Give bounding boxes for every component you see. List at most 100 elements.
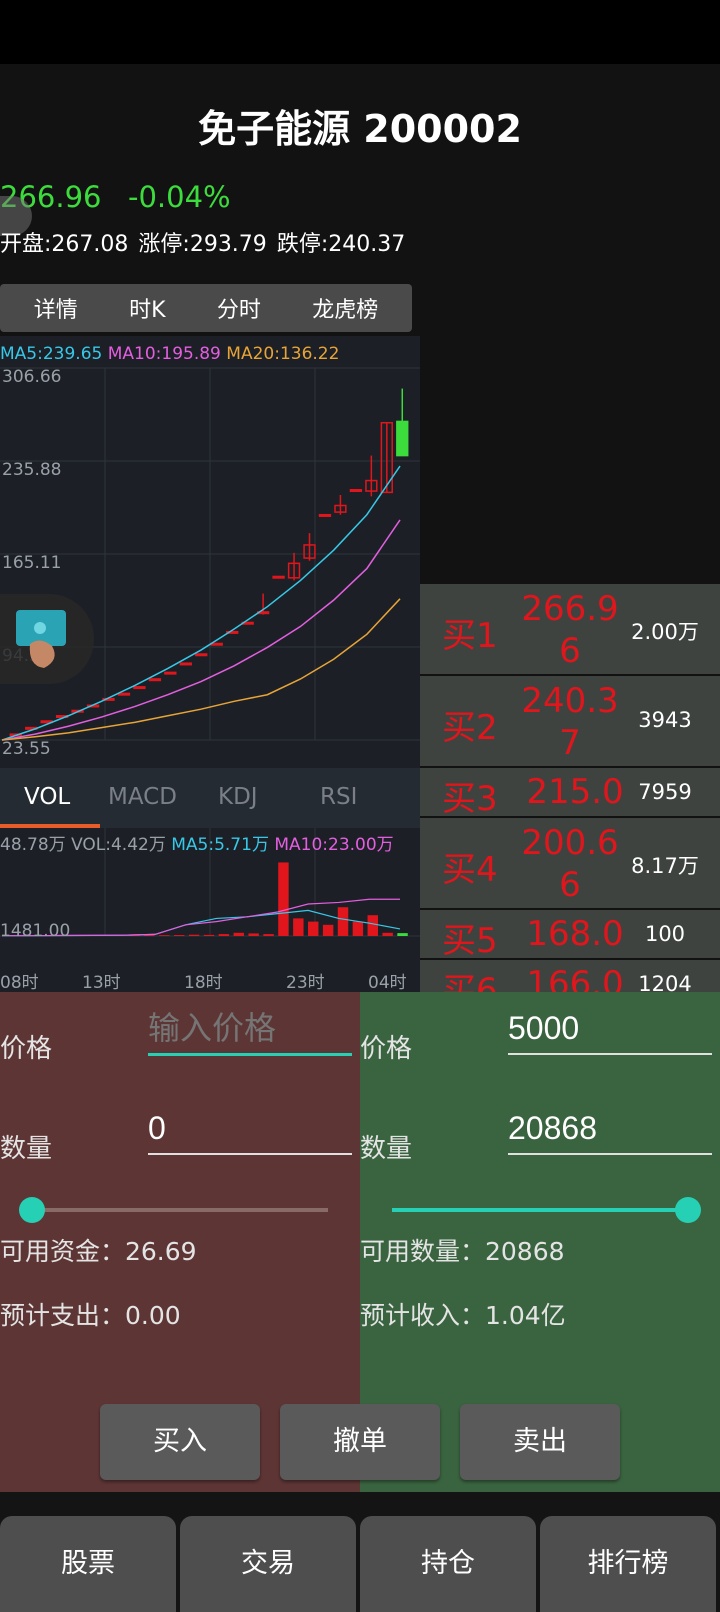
nav-ranking[interactable]: 排行榜 xyxy=(540,1516,716,1612)
orderbook-price: 240.37 xyxy=(521,681,619,763)
buy-slider-track[interactable] xyxy=(32,1208,328,1212)
ind-tab-kdj[interactable]: KDJ xyxy=(218,784,258,810)
orderbook-price: 168.0 xyxy=(526,914,624,954)
orderbook-row[interactable]: 买6 166.0 1204 xyxy=(420,960,720,992)
orderbook-row[interactable]: 买1 266.96 2.00万 xyxy=(420,584,720,676)
volume-bar xyxy=(337,907,349,936)
sell-price-input[interactable] xyxy=(508,1010,712,1055)
candle-body xyxy=(272,575,285,579)
kline-svg: 306.66235.88165.1194.3323.55 xyxy=(0,367,420,759)
candle-body xyxy=(396,420,409,457)
limit-up: 涨停:293.79 xyxy=(138,232,267,257)
orderbook-price: 215.0 xyxy=(526,772,624,812)
sell-slider-track[interactable] xyxy=(392,1208,688,1212)
buy-button[interactable]: 买入 xyxy=(100,1404,260,1480)
orderbook-volume: 1204 xyxy=(638,972,692,992)
candle-body xyxy=(148,678,162,682)
open-price: 开盘:267.08 xyxy=(0,232,129,257)
orderbook-volume: 100 xyxy=(644,922,686,946)
candle-body xyxy=(318,513,332,517)
orderbook-label: 买6 xyxy=(442,971,498,992)
sell-slider-thumb[interactable] xyxy=(675,1197,701,1223)
orderbook-price: 200.66 xyxy=(521,823,619,905)
nav-stocks[interactable]: 股票 xyxy=(0,1516,176,1612)
chart-tabs: 详情 时K 分时 龙虎榜 xyxy=(0,284,412,332)
volume-bar xyxy=(233,932,244,936)
volume-bar xyxy=(293,918,304,936)
ma10-legend: MA10:195.89 xyxy=(107,344,221,364)
kline-chart: 306.66235.88165.1194.3323.55 xyxy=(0,336,420,768)
volume-bar xyxy=(308,921,319,936)
candle-body xyxy=(117,692,131,696)
orderbook-row[interactable]: 买4 200.66 8.17万 xyxy=(420,818,720,910)
ma20-legend: MA20:136.22 xyxy=(226,344,340,364)
tab-intraday[interactable]: 分时 xyxy=(217,292,261,324)
orderbook-label: 买3 xyxy=(442,779,498,819)
orderbook-label: 买5 xyxy=(442,921,498,961)
orderbook-volume: 8.17万 xyxy=(631,854,699,878)
y-tick-label: 306.66 xyxy=(2,367,61,387)
indicator-tabs: VOL MACD KDJ RSI xyxy=(0,768,420,828)
x-tick-label: 04时 xyxy=(368,973,407,992)
orderbook-price: 266.96 xyxy=(521,589,619,671)
candle-body xyxy=(195,653,208,657)
ind-tab-macd[interactable]: MACD xyxy=(108,784,177,810)
volume-legend: 48.78万 VOL:4.42万 MA5:5.71万 MA10:23.00万 xyxy=(0,830,394,855)
orderbook-label: 买4 xyxy=(442,850,498,890)
candle-body xyxy=(179,662,192,666)
orderbook-price: 166.0 xyxy=(526,964,624,992)
page-title: 免子能源 200002 xyxy=(198,107,522,151)
estimated-expense: 预计支出：0.00 xyxy=(0,1301,181,1330)
buy-qty-input[interactable] xyxy=(148,1110,352,1155)
nav-trade[interactable]: 交易 xyxy=(180,1516,356,1612)
buy-price-label: 价格 xyxy=(0,1034,53,1064)
volume-bar xyxy=(397,933,408,936)
price-change: -0.04% xyxy=(128,180,231,214)
vol-legend-ma10: MA10:23.00万 xyxy=(274,835,394,855)
orderbook-volume: 7959 xyxy=(638,780,692,804)
candle-body xyxy=(133,686,146,690)
orderbook-label: 买1 xyxy=(442,616,498,656)
candle-body xyxy=(164,671,177,675)
volume-bar xyxy=(188,934,200,936)
quote-info-row: 开盘:267.08 涨停:293.79 跌停:240.37 xyxy=(0,226,415,258)
sell-qty-input[interactable] xyxy=(508,1110,712,1155)
ind-tab-rsi[interactable]: RSI xyxy=(320,784,357,810)
volume-bar xyxy=(174,935,185,936)
buy-price-input[interactable] xyxy=(148,1010,352,1056)
ind-tab-vol[interactable]: VOL xyxy=(24,784,70,810)
sell-price-label: 价格 xyxy=(360,1034,413,1064)
buy-slider-thumb[interactable] xyxy=(19,1197,45,1223)
vol-legend-ma5: MA5:5.71万 xyxy=(171,835,269,855)
limit-down: 跌停:240.37 xyxy=(276,232,406,257)
y-tick-label: 23.55 xyxy=(2,739,51,759)
tab-leaderboard[interactable]: 龙虎榜 xyxy=(312,292,378,324)
tab-hourly-k[interactable]: 时K xyxy=(129,292,165,324)
orderbook-row[interactable]: 买2 240.37 3943 xyxy=(420,676,720,768)
tab-details[interactable]: 详情 xyxy=(34,292,78,324)
sell-button[interactable]: 卖出 xyxy=(460,1404,620,1480)
volume-bar xyxy=(263,934,274,936)
volume-bar xyxy=(218,934,230,936)
candle-body xyxy=(210,642,223,646)
y-tick-label: 165.11 xyxy=(2,553,61,573)
orderbook-row[interactable]: 买5 168.0 100 xyxy=(420,910,720,961)
candle-body xyxy=(349,489,363,493)
y-tick-label: 235.88 xyxy=(2,460,61,480)
orderbook-volume: 2.00万 xyxy=(631,620,699,644)
volume-bar xyxy=(352,921,364,936)
orderbook-volume: 3943 xyxy=(638,708,692,732)
cancel-order-button[interactable]: 撤单 xyxy=(280,1404,440,1480)
nav-positions[interactable]: 持仓 xyxy=(360,1516,536,1612)
ma5-legend: MA5:239.65 xyxy=(0,344,103,364)
vol-min-label: 1481.00 xyxy=(0,921,70,941)
touch-assist-icon[interactable] xyxy=(0,594,94,684)
ma-legend: MA5:239.65 MA10:195.89 MA20:136.22 xyxy=(0,344,339,364)
vol-legend-main: 48.78万 VOL:4.42万 xyxy=(0,835,166,855)
available-funds: 可用资金：26.69 xyxy=(0,1237,197,1266)
order-book: 买1 266.96 2.00万 买2 240.37 3943 买3 215.0 … xyxy=(420,584,720,992)
volume-bar xyxy=(382,932,393,936)
x-tick-label: 23时 xyxy=(286,973,325,992)
orderbook-row[interactable]: 买3 215.0 7959 xyxy=(420,768,720,819)
volume-bar xyxy=(322,924,334,936)
